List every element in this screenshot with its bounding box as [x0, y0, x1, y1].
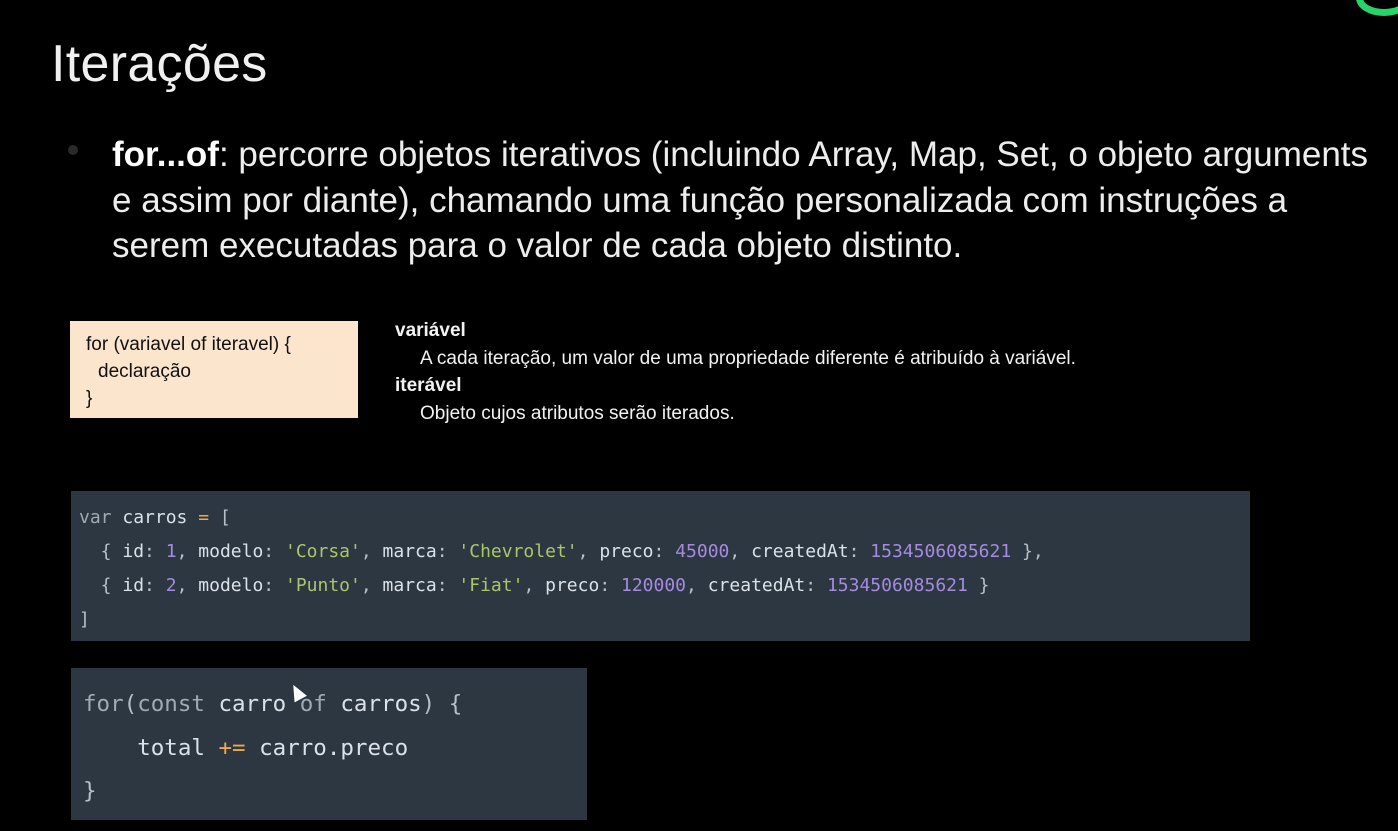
- code-string: 'Fiat': [458, 575, 524, 596]
- code-key: modelo: [198, 575, 264, 596]
- code-punctuation: }: [967, 575, 990, 596]
- code-key: preco: [545, 575, 600, 596]
- definition-desc-variavel: A cada iteração, um valor de uma proprie…: [420, 347, 1076, 369]
- code-line: ]: [79, 603, 1250, 637]
- definition-desc-iteravel: Objeto cujos atributos serão iterados.: [420, 402, 735, 424]
- circle-accent-icon: [1356, 0, 1398, 16]
- code-punctuation: (: [123, 691, 138, 717]
- bullet-paragraph: for...of: percorre objetos iterativos (i…: [112, 132, 1392, 269]
- code-key: createdAt: [707, 575, 806, 596]
- code-string: 'Punto': [284, 575, 361, 596]
- code-number: 120000: [621, 575, 687, 596]
- code-identifier: carro: [218, 691, 287, 717]
- code-keyword: var: [79, 507, 112, 528]
- code-punctuation: ]: [79, 609, 90, 630]
- bullet-description: : percorre objetos iterativos (incluindo…: [112, 135, 1369, 265]
- code-string: 'Chevrolet': [458, 541, 578, 562]
- code-key: createdAt: [751, 541, 849, 562]
- code-line: for(const carro of carros) {: [83, 683, 587, 727]
- syntax-line-1: for (variavel of iteravel) {: [86, 334, 291, 355]
- code-key: id: [122, 541, 145, 562]
- code-key: preco: [599, 541, 654, 562]
- code-number: 1534506085621: [826, 575, 968, 596]
- code-keyword: const: [137, 691, 205, 717]
- code-key: marca: [382, 541, 437, 562]
- code-string: 'Corsa': [284, 541, 361, 562]
- code-line: { id: 1, modelo: 'Corsa', marca: 'Chevro…: [79, 541, 1044, 562]
- code-line: var carros = [: [79, 501, 1250, 535]
- code-operator: =: [198, 507, 210, 528]
- code-punctuation: }: [83, 778, 97, 804]
- definition-term-variavel: variável: [395, 320, 466, 341]
- slide-title: Iterações: [51, 35, 268, 93]
- code-key: id: [122, 575, 145, 596]
- code-block-array: var carros = [ { id: 1, modelo: 'Corsa',…: [71, 491, 1250, 641]
- syntax-line-2: declaração: [98, 361, 191, 382]
- code-punctuation: [: [219, 507, 231, 528]
- code-line: { id: 2, modelo: 'Punto', marca: 'Fiat',…: [79, 575, 990, 596]
- bullet-term: for...of: [112, 135, 219, 174]
- code-identifier: carros: [340, 691, 422, 717]
- code-key: modelo: [198, 541, 264, 562]
- code-operator: +=: [218, 734, 246, 761]
- code-identifier: carros: [122, 507, 188, 528]
- code-number: 45000: [675, 541, 730, 562]
- code-block-loop: for(const carro of carros) { total += ca…: [71, 668, 587, 820]
- code-identifier: total: [137, 734, 205, 761]
- definitions: variável A cada iteração, um valor de um…: [395, 317, 1076, 427]
- code-line: }: [83, 770, 587, 814]
- code-number: 1534506085621: [870, 541, 1012, 562]
- code-keyword: for: [83, 691, 124, 717]
- code-punctuation: ) {: [421, 691, 463, 717]
- code-number: 2: [165, 575, 177, 596]
- bullet-icon: [68, 145, 78, 155]
- syntax-line-3: }: [86, 388, 93, 409]
- code-identifier: carro.preco: [259, 734, 409, 761]
- syntax-box: for (variavel of iteravel) { declaração …: [70, 321, 358, 418]
- code-line: total += carro.preco: [83, 727, 587, 771]
- code-key: marca: [382, 575, 437, 596]
- code-number: 1: [165, 541, 177, 562]
- definition-term-iteravel: iterável: [395, 375, 462, 396]
- code-punctuation: },: [1011, 541, 1044, 562]
